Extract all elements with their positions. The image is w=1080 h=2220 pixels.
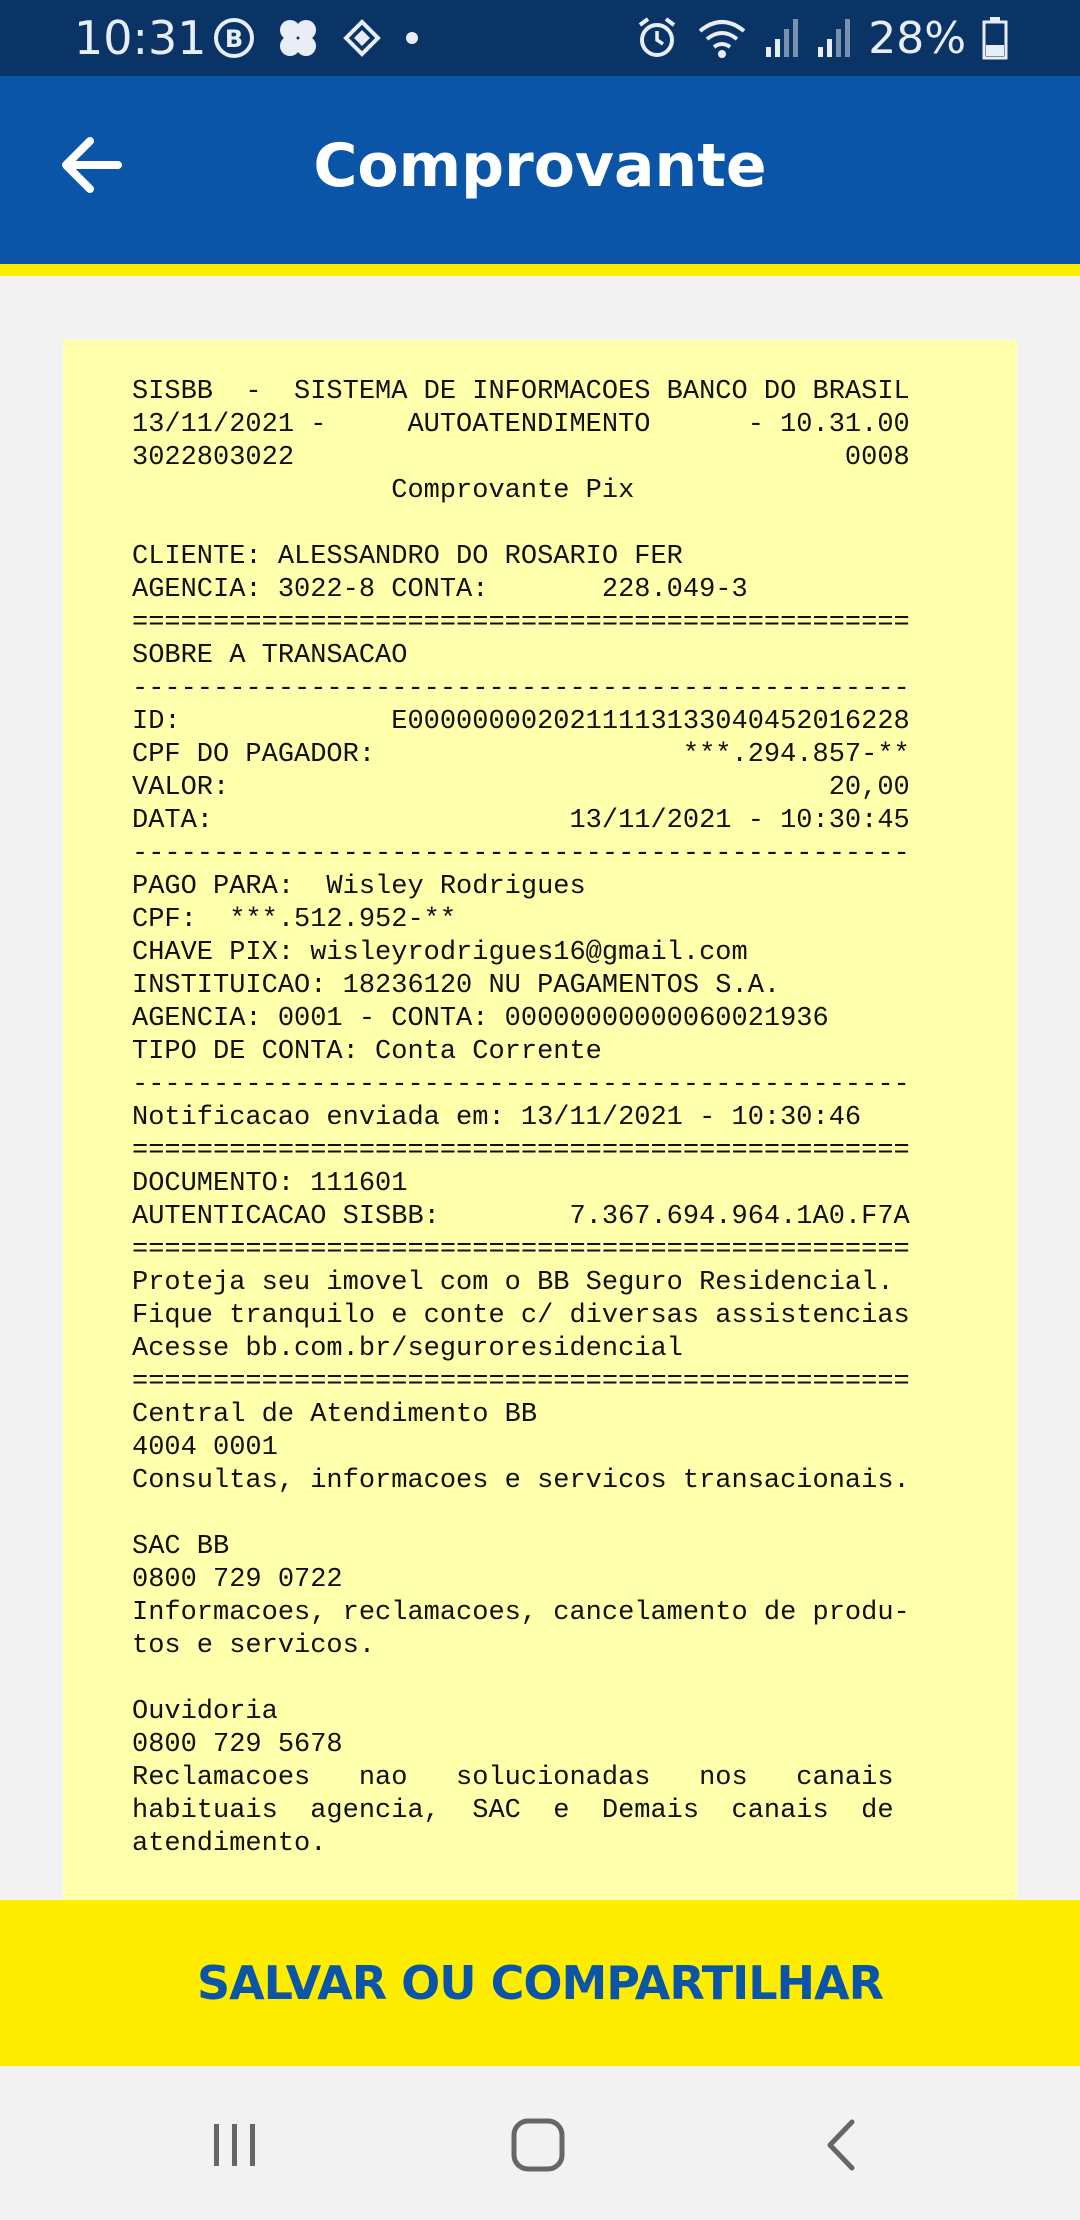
system-nav-bar (0, 2066, 1080, 2220)
receipt-line: ========================================… (132, 1235, 910, 1265)
back-icon[interactable] (806, 2110, 876, 2180)
receipt-line: ========================================… (132, 1367, 910, 1397)
clover-icon (280, 20, 316, 56)
battery-icon (982, 17, 1008, 60)
bb-logo-icon (343, 19, 381, 57)
receipt-line: ========================================… (132, 1136, 910, 1166)
receipt-line: PAGO PARA: Wisley Rodrigues (132, 872, 586, 902)
receipt-line: SOBRE A TRANSACAO (132, 641, 408, 671)
receipt-line: VALOR: 20,00 (132, 773, 910, 803)
save-or-share-button[interactable]: SALVAR OU COMPARTILHAR (0, 1900, 1080, 2066)
receipt-line: DOCUMENTO: 111601 (132, 1169, 408, 1199)
receipt-line: ----------------------------------------… (132, 1070, 910, 1100)
receipt-line (132, 508, 910, 541)
alarm-icon (639, 17, 676, 57)
battery-percent: 28% (868, 12, 966, 64)
app-bar: Comprovante (0, 76, 1080, 264)
home-icon[interactable] (503, 2110, 573, 2180)
status-time: 10:31 (74, 11, 207, 65)
receipt-line: SISBB - SISTEMA DE INFORMACOES BANCO DO … (132, 377, 910, 407)
receipt-line: habituais agencia, SAC e Demais canais d… (132, 1796, 894, 1826)
receipt-line: AGENCIA: 0001 - CONTA: 00000000000060021… (132, 1004, 829, 1034)
signal-icon (766, 19, 799, 57)
receipt-line: Proteja seu imovel com o BB Seguro Resid… (132, 1268, 894, 1298)
receipt-line: ========================================… (132, 608, 910, 638)
receipt-line: atendimento. (132, 1829, 327, 1859)
receipt-line (132, 1663, 910, 1696)
header-stripe (0, 264, 1080, 276)
receipt-line: INSTITUICAO: 18236120 NU PAGAMENTOS S.A. (132, 971, 781, 1001)
receipt-line: 0800 729 0722 (132, 1565, 343, 1595)
receipt-line: CLIENTE: ALESSANDRO DO ROSARIO FER (132, 542, 683, 572)
receipt-line: 0800 729 5678 (132, 1730, 343, 1760)
receipt-line: Acesse bb.com.br/seguroresidencial (132, 1334, 683, 1364)
receipt-line: CPF: ***.512.952-** (132, 905, 457, 935)
receipt-line (132, 1498, 910, 1531)
receipt-line: 4004 0001 (132, 1433, 278, 1463)
receipt-line: CHAVE PIX: wisleyrodrigues16@gmail.com (132, 938, 748, 968)
recent-apps-icon[interactable] (200, 2110, 270, 2180)
b-badge-icon: B (214, 18, 254, 58)
notification-icons: B (212, 12, 422, 64)
receipt-line: ----------------------------------------… (132, 674, 910, 704)
receipt-line: ID: E0000000020211113133040452016228 (132, 707, 910, 737)
receipt-line: SAC BB (132, 1532, 230, 1562)
status-bar: 10:31 B 28% (0, 0, 1080, 76)
receipt-line: Informacoes, reclamacoes, cancelamento d… (132, 1598, 910, 1628)
receipt-line: Fique tranquilo e conte c/ diversas assi… (132, 1301, 910, 1331)
receipt-line: Reclamacoes nao solucionadas nos canais (132, 1763, 894, 1793)
receipt-line: CPF DO PAGADOR: ***.294.857-** (132, 740, 910, 770)
receipt-text: SISBB - SISTEMA DE INFORMACOES BANCO DO … (132, 376, 910, 1861)
receipt-line: Notificacao enviada em: 13/11/2021 - 10:… (132, 1103, 862, 1133)
save-or-share-label: SALVAR OU COMPARTILHAR (196, 1956, 884, 2010)
signal-icon (818, 19, 851, 57)
receipt-line: AUTENTICACAO SISBB: 7.367.694.964.1A0.F7… (132, 1202, 910, 1232)
receipt-line: tos e servicos. (132, 1631, 376, 1661)
receipt-line: Central de Atendimento BB (132, 1400, 538, 1430)
receipt-line: 3022803022 0008 (132, 443, 910, 473)
receipt-line: Comprovante Pix (132, 476, 635, 506)
receipt-line: AGENCIA: 3022-8 CONTA: 228.049-3 (132, 575, 748, 605)
system-icons: 28% (634, 6, 1008, 70)
receipt-line: Ouvidoria (132, 1697, 278, 1727)
receipt-line: TIPO DE CONTA: Conta Corrente (132, 1037, 602, 1067)
receipt-line: DATA: 13/11/2021 - 10:30:45 (132, 806, 910, 836)
receipt-line: 13/11/2021 - AUTOATENDIMENTO - 10.31.00 (132, 410, 910, 440)
receipt-card: SISBB - SISTEMA DE INFORMACOES BANCO DO … (63, 340, 1017, 1900)
dot-icon (406, 32, 418, 44)
svg-text:B: B (225, 25, 243, 53)
receipt-line: ----------------------------------------… (132, 839, 910, 869)
page-title: Comprovante (313, 131, 767, 201)
receipt-line: Consultas, informacoes e servicos transa… (132, 1466, 910, 1496)
wifi-icon (698, 20, 746, 58)
